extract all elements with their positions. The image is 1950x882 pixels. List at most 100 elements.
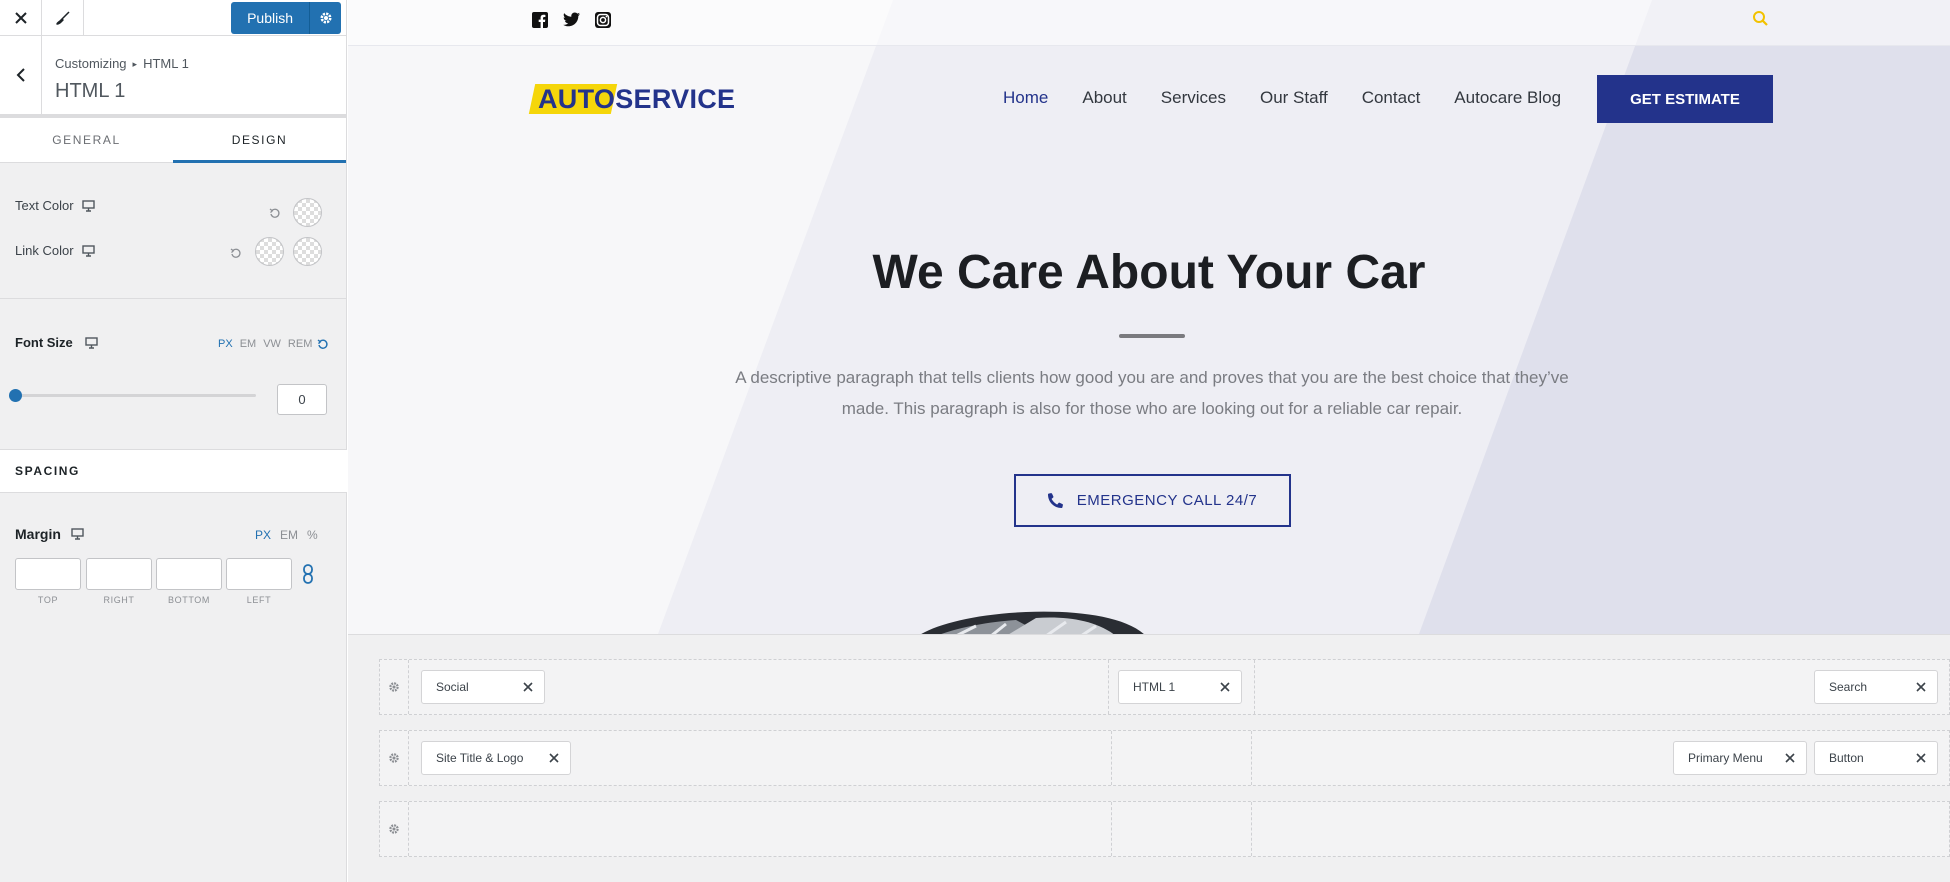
nav-services[interactable]: Services bbox=[1161, 88, 1226, 108]
remove-item-icon[interactable] bbox=[1914, 751, 1928, 765]
instagram-icon[interactable] bbox=[595, 12, 611, 33]
tab-general[interactable]: GENERAL bbox=[0, 118, 173, 162]
nav-home[interactable]: Home bbox=[1003, 88, 1048, 108]
builder-row-main: Site Title & Logo Primary Menu Button bbox=[379, 730, 1950, 786]
font-size-control: Font Size bbox=[15, 335, 98, 350]
nav-autocare-blog[interactable]: Autocare Blog bbox=[1454, 88, 1561, 108]
remove-item-icon[interactable] bbox=[1218, 680, 1232, 694]
builder-item[interactable]: Button bbox=[1814, 741, 1938, 775]
unit-em[interactable]: EM bbox=[280, 528, 298, 542]
font-size-input[interactable] bbox=[277, 384, 327, 415]
reset-icon[interactable] bbox=[317, 338, 329, 350]
remove-item-icon[interactable] bbox=[521, 680, 535, 694]
logo-part-service: SERVICE bbox=[615, 83, 736, 114]
tab-design[interactable]: DESIGN bbox=[173, 118, 346, 163]
unit-px[interactable]: PX bbox=[255, 528, 271, 542]
gear-icon bbox=[389, 824, 399, 834]
hero-paragraph: A descriptive paragraph that tells clien… bbox=[735, 368, 1569, 418]
breadcrumb: Customizing ▸ HTML 1 bbox=[55, 56, 189, 71]
link-color-swatch[interactable] bbox=[255, 237, 284, 266]
publish-settings-button[interactable] bbox=[309, 2, 341, 34]
desktop-icon[interactable] bbox=[71, 528, 84, 540]
unit-percent[interactable]: % bbox=[307, 528, 318, 542]
close-customizer-button[interactable] bbox=[0, 0, 42, 36]
builder-item-label: Button bbox=[1829, 751, 1864, 765]
row-settings-button[interactable] bbox=[380, 731, 409, 785]
margin-units: PX EM % bbox=[255, 528, 318, 542]
remove-item-icon[interactable] bbox=[1783, 751, 1797, 765]
builder-item-label: Primary Menu bbox=[1688, 751, 1763, 765]
text-color-control: Text Color bbox=[15, 198, 95, 213]
customizer-sidebar: Publish Customizing ▸ HTML 1 HTML 1 GENERA… bbox=[0, 0, 347, 882]
chevron-left-icon bbox=[16, 68, 25, 82]
site-preview: AUTOSERVICE Home About Services Our Staf… bbox=[348, 0, 1950, 634]
nav-about[interactable]: About bbox=[1082, 88, 1126, 108]
emergency-call-button[interactable]: EMERGENCY CALL 24/7 bbox=[1014, 474, 1291, 527]
font-size-units: PX EM VW REM bbox=[218, 338, 329, 350]
hero-divider bbox=[1119, 334, 1185, 338]
facebook-icon[interactable] bbox=[532, 12, 548, 33]
reset-icon[interactable] bbox=[268, 206, 282, 220]
builder-item[interactable]: Primary Menu bbox=[1673, 741, 1807, 775]
nav-contact[interactable]: Contact bbox=[1362, 88, 1421, 108]
text-color-label: Text Color bbox=[15, 198, 74, 213]
margin-bottom-input[interactable] bbox=[156, 558, 222, 590]
twitter-icon[interactable] bbox=[563, 12, 580, 33]
builder-item[interactable]: HTML 1 bbox=[1118, 670, 1242, 704]
social-links bbox=[532, 12, 611, 33]
builder-row-bottom bbox=[379, 801, 1950, 857]
car-image bbox=[921, 611, 1144, 634]
font-size-slider-track[interactable] bbox=[15, 394, 256, 397]
breadcrumb-separator-icon: ▸ bbox=[132, 59, 138, 69]
header-divider bbox=[348, 45, 1950, 46]
row-settings-button[interactable] bbox=[380, 660, 409, 714]
header-builder: Social HTML 1 Search Site Title & Logo P… bbox=[348, 634, 1950, 882]
customizer-topbar: Publish bbox=[0, 0, 346, 36]
get-estimate-button[interactable]: GET ESTIMATE bbox=[1597, 75, 1773, 123]
builder-item[interactable]: Social bbox=[421, 670, 545, 704]
builder-item[interactable]: Site Title & Logo bbox=[421, 741, 571, 775]
section-header: Customizing ▸ HTML 1 HTML 1 bbox=[0, 36, 346, 118]
back-button[interactable] bbox=[0, 36, 42, 114]
unit-vw[interactable]: VW bbox=[263, 338, 281, 350]
row-settings-button[interactable] bbox=[380, 802, 409, 856]
column-divider bbox=[1111, 731, 1112, 785]
builder-row-top: Social HTML 1 Search bbox=[379, 659, 1950, 715]
logo-part-auto: AUTO bbox=[538, 83, 616, 114]
link-values-icon[interactable] bbox=[302, 564, 314, 584]
phone-icon bbox=[1047, 493, 1063, 508]
margin-right-label: RIGHT bbox=[103, 595, 135, 605]
desktop-icon[interactable] bbox=[81, 244, 95, 257]
publish-button[interactable]: Publish bbox=[231, 2, 309, 34]
logo-text: AUTOSERVICE bbox=[532, 84, 735, 115]
desktop-icon[interactable] bbox=[85, 336, 98, 349]
nav-our-staff[interactable]: Our Staff bbox=[1260, 88, 1328, 108]
hero-title: We Care About Your Car bbox=[872, 246, 1426, 299]
spacing-heading: SPACING bbox=[0, 449, 347, 493]
margin-right-input[interactable] bbox=[86, 558, 152, 590]
margin-left-input[interactable] bbox=[226, 558, 292, 590]
gear-icon bbox=[389, 753, 399, 763]
tab-bar: GENERAL DESIGN bbox=[0, 118, 346, 163]
remove-item-icon[interactable] bbox=[1914, 680, 1928, 694]
unit-px[interactable]: PX bbox=[218, 338, 233, 350]
remove-item-icon[interactable] bbox=[547, 751, 561, 765]
builder-item-label: HTML 1 bbox=[1133, 680, 1176, 694]
search-icon[interactable] bbox=[1752, 10, 1769, 32]
unit-em[interactable]: EM bbox=[240, 338, 257, 350]
font-size-slider-handle[interactable] bbox=[9, 389, 22, 402]
builder-item[interactable]: Search bbox=[1814, 670, 1938, 704]
builder-item-label: Social bbox=[436, 680, 469, 694]
builder-item-label: Search bbox=[1829, 680, 1868, 694]
emergency-call-label: EMERGENCY CALL 24/7 bbox=[1076, 492, 1258, 509]
link-color-control: Link Color bbox=[15, 243, 95, 258]
margin-label: Margin bbox=[15, 526, 61, 542]
margin-top-input[interactable] bbox=[15, 558, 81, 590]
text-color-swatch[interactable] bbox=[293, 198, 322, 227]
desktop-icon[interactable] bbox=[81, 199, 95, 212]
site-logo[interactable]: AUTOSERVICE bbox=[528, 84, 735, 115]
unit-rem[interactable]: REM bbox=[288, 338, 312, 350]
reset-icon[interactable] bbox=[229, 246, 243, 260]
link-hover-color-swatch[interactable] bbox=[293, 237, 322, 266]
preview-brush-button[interactable] bbox=[42, 0, 84, 36]
